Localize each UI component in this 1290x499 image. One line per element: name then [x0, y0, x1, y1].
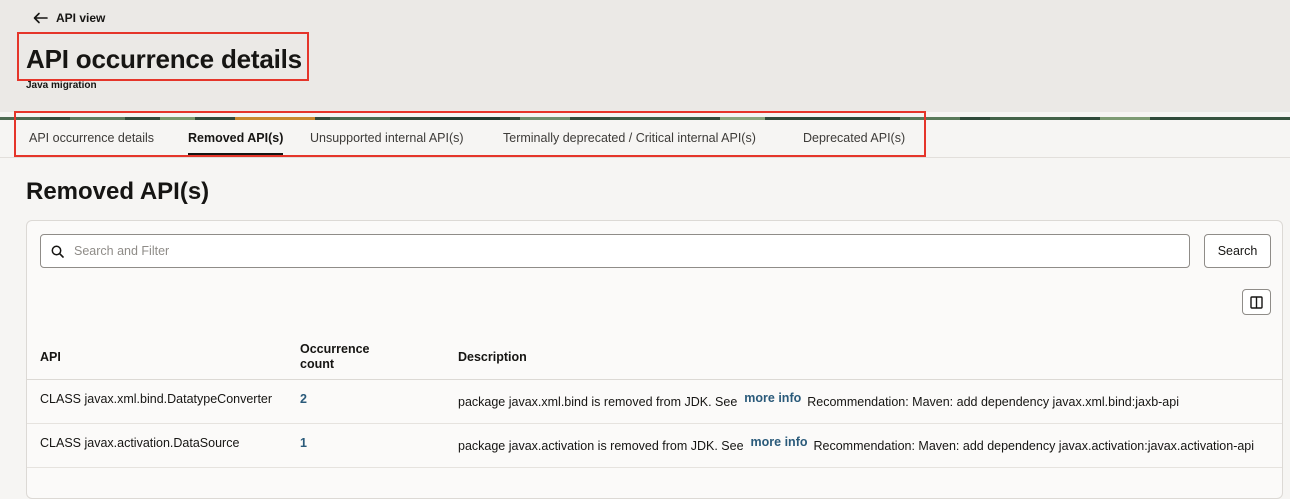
more-info-link[interactable]: more info	[744, 391, 801, 405]
columns-icon	[1250, 295, 1263, 309]
column-header-description[interactable]: Description	[458, 350, 527, 365]
manage-columns-button[interactable]	[1242, 289, 1271, 315]
results-panel: Search API Occurrence count Description …	[26, 220, 1283, 499]
api-name-cell: CLASS javax.activation.DataSource	[40, 436, 240, 450]
api-name-cell: CLASS javax.xml.bind.DatatypeConverter	[40, 392, 273, 406]
more-info-link[interactable]: more info	[751, 435, 808, 449]
page-subtitle: Java migration	[26, 80, 97, 91]
search-button[interactable]: Search	[1204, 234, 1271, 268]
tab-terminally-deprecated-apis[interactable]: Terminally deprecated / Critical interna…	[503, 120, 756, 156]
recommendation-text: Recommendation: Maven: add dependency ja…	[807, 395, 1179, 409]
tab-deprecated-apis[interactable]: Deprecated API(s)	[803, 120, 905, 156]
tab-removed-apis[interactable]: Removed API(s)	[188, 120, 284, 156]
recommendation-text: Recommendation: Maven: add dependency ja…	[813, 439, 1255, 453]
arrow-left-icon	[33, 12, 48, 24]
back-to-api-view-link[interactable]: API view	[33, 9, 105, 27]
page-title: API occurrence details	[26, 44, 302, 74]
search-input[interactable]	[74, 244, 1174, 258]
table-row: CLASS javax.activation.DataSource 1 pack…	[27, 424, 1282, 468]
section-title: Removed API(s)	[26, 178, 210, 205]
page-header: API view API occurrence details Java mig…	[0, 0, 1290, 112]
table-row: CLASS javax.xml.bind.DatatypeConverter 2…	[27, 380, 1282, 424]
column-header-occurrence-count[interactable]: Occurrence count	[300, 342, 380, 372]
description-text: package javax.activation is removed from…	[458, 439, 744, 453]
apis-table: API Occurrence count Description CLASS j…	[27, 333, 1282, 468]
occurrence-count-link[interactable]: 1	[300, 436, 307, 450]
search-icon	[51, 245, 64, 258]
tab-unsupported-internal-apis[interactable]: Unsupported internal API(s)	[310, 120, 464, 156]
description-text: package javax.xml.bind is removed from J…	[458, 395, 738, 409]
column-header-api[interactable]: API	[40, 350, 61, 365]
occurrence-count-link[interactable]: 2	[300, 392, 307, 406]
decorative-banner	[0, 112, 1290, 120]
description-cell: package javax.xml.bind is removed from J…	[458, 391, 1179, 409]
search-field[interactable]	[40, 234, 1190, 268]
back-link-label: API view	[56, 11, 106, 25]
tab-api-occurrence-details[interactable]: API occurrence details	[29, 120, 154, 156]
tab-bar: API occurrence details Removed API(s) Un…	[0, 120, 1290, 158]
table-header: API Occurrence count Description	[27, 333, 1282, 380]
description-cell: package javax.activation is removed from…	[458, 435, 1255, 453]
